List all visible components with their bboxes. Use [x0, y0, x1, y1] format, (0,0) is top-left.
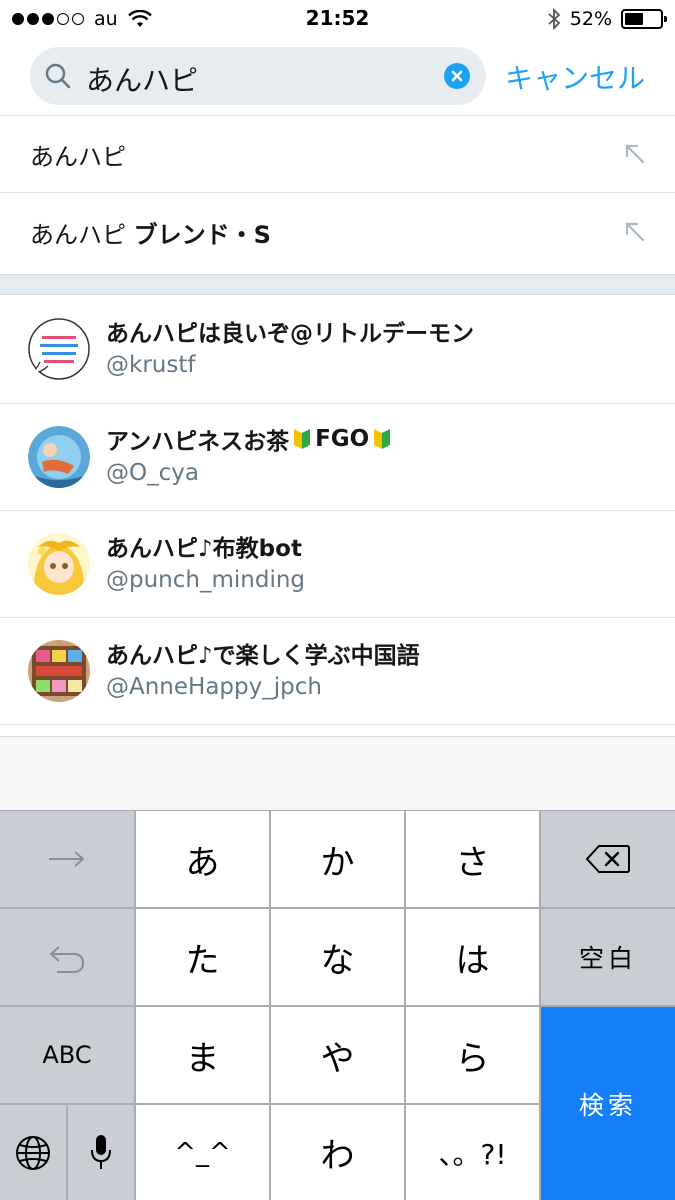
user-display-name: あんハピ♪で楽しく学ぶ中国語 [106, 643, 420, 669]
arrow-right-icon [49, 851, 85, 867]
avatar [28, 426, 90, 488]
globe-icon [16, 1135, 50, 1170]
user-display-name: あんハピは良いぞ@リトルデーモン [106, 321, 474, 347]
user-result[interactable]: あんハピ♪布教bot @punch_minding [0, 511, 675, 618]
fill-query-arrow-icon[interactable] [623, 220, 647, 244]
user-result[interactable]: アンハピネスお茶 FGO @O_cya [0, 404, 675, 511]
search-suggestion[interactable]: あんハピ [0, 115, 675, 193]
battery-percent: 52% [569, 8, 612, 30]
key-emoticon[interactable]: ^_^ [136, 1105, 269, 1200]
avatar [28, 640, 90, 702]
clear-search-button[interactable] [444, 63, 470, 89]
search-field[interactable]: あんハピ [30, 47, 486, 105]
user-display-name: あんハピ♪布教bot [106, 536, 302, 562]
bluetooth-icon [548, 8, 561, 30]
cancel-button[interactable]: キャンセル [505, 57, 645, 97]
microphone-icon [91, 1134, 111, 1169]
user-display-name: アンハピネスお茶 FGO [106, 422, 395, 456]
key-ta[interactable]: た [136, 909, 269, 1005]
clear-icon [451, 70, 463, 82]
status-bar: au 21:52 52% [0, 0, 675, 40]
user-handle: @punch_minding [106, 567, 306, 593]
key-a[interactable]: あ [136, 811, 269, 907]
search-suggestion[interactable]: あんハピ ブレンド・S [0, 193, 675, 271]
search-input[interactable]: あんハピ [86, 59, 198, 99]
fill-query-arrow-icon[interactable] [623, 142, 647, 166]
globe-key[interactable] [0, 1105, 66, 1200]
battery-fill [625, 13, 643, 25]
key-undo[interactable] [0, 909, 134, 1005]
user-result[interactable]: あんハピ♪で楽しく学ぶ中国語 @AnneHappy_jpch [0, 618, 675, 725]
user-handle: @AnneHappy_jpch [106, 674, 322, 700]
search-icon [45, 63, 71, 89]
key-punctuation[interactable]: 、。?! [406, 1105, 539, 1200]
user-handle: @O_cya [106, 460, 199, 486]
avatar [28, 533, 90, 595]
key-next-candidate[interactable] [0, 811, 134, 907]
key-na[interactable]: な [271, 909, 404, 1005]
results-footer-area [0, 736, 675, 810]
key-ra[interactable]: ら [406, 1007, 539, 1103]
space-key[interactable]: 空白 [541, 909, 675, 1005]
beginner-mark-icon [294, 429, 311, 449]
key-ya[interactable]: や [271, 1007, 404, 1103]
battery-icon [621, 9, 667, 29]
suggestion-text: あんハピ [30, 143, 126, 171]
keyboard: あ か さ た な は 空白 ABC ま や ら 検索 ^_^ わ 、。?! [0, 810, 675, 1200]
divider [0, 724, 675, 725]
dictation-key[interactable] [68, 1105, 134, 1200]
key-ka[interactable]: か [271, 811, 404, 907]
beginner-mark-icon [374, 429, 391, 449]
avatar [28, 318, 90, 380]
key-ha[interactable]: は [406, 909, 539, 1005]
search-key[interactable]: 検索 [541, 1007, 675, 1200]
undo-icon [49, 946, 85, 973]
key-wa[interactable]: わ [271, 1105, 404, 1200]
status-right: 52% [547, 6, 667, 32]
key-sa[interactable]: さ [406, 811, 539, 907]
key-ma[interactable]: ま [136, 1007, 269, 1103]
section-separator [0, 274, 675, 295]
user-handle: @krustf [106, 352, 196, 378]
suggestion-text: あんハピ ブレンド・S [30, 221, 271, 249]
abc-key[interactable]: ABC [0, 1007, 134, 1103]
user-result[interactable]: あんハピは良いぞ@リトルデーモン @krustf [0, 296, 675, 403]
delete-key[interactable] [541, 811, 675, 907]
delete-icon [586, 845, 630, 873]
